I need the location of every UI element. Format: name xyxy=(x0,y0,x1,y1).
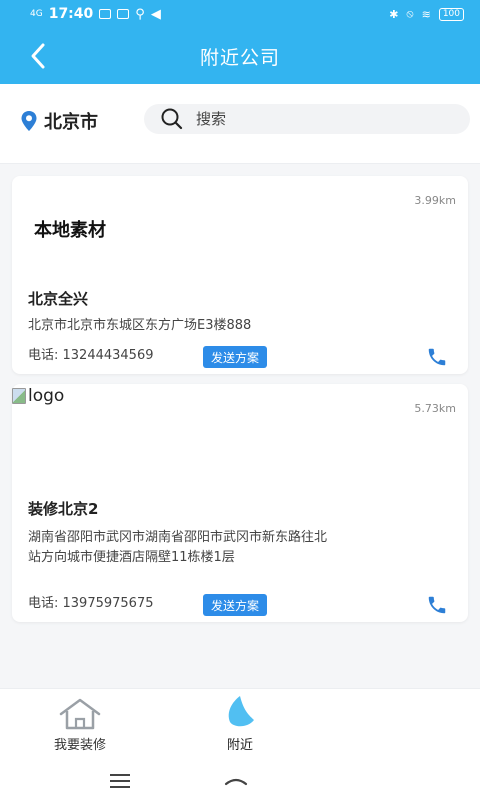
company-logo: 本地素材 xyxy=(34,220,106,241)
distance-label: 5.73km xyxy=(414,402,456,415)
search-input[interactable] xyxy=(196,110,426,128)
distance-label: 3.99km xyxy=(414,194,456,207)
notification-icon xyxy=(99,9,112,19)
home-icon xyxy=(59,698,101,730)
home-gesture-icon[interactable] xyxy=(222,774,250,788)
send-plan-button[interactable]: 发送方案 xyxy=(203,346,268,368)
status-right: ✱ ⦸ ≋ 100 xyxy=(389,7,464,21)
volume-icon: ◀ xyxy=(150,6,161,22)
company-logo-broken-image: logo xyxy=(12,386,64,406)
wifi-icon: ≋ xyxy=(421,7,431,21)
back-arrow-icon xyxy=(31,43,45,69)
nav-item-home[interactable]: 我要装修 xyxy=(20,689,140,761)
company-phone: 电话: 13244434569 xyxy=(28,348,154,363)
system-nav-bar xyxy=(0,760,480,800)
company-phone: 电话: 13975975675 xyxy=(28,596,154,611)
logo-alt-text: logo xyxy=(28,386,65,406)
company-card[interactable]: logo 5.73km 装修北京2 湖南省邵阳市武冈市湖南省邵阳市武冈市新东路往… xyxy=(12,384,468,622)
menu-icon[interactable] xyxy=(108,772,132,790)
company-card[interactable]: 3.99km 本地素材 北京全兴 北京市北京市东城区东方广场E3楼888 电话:… xyxy=(12,176,468,374)
mute-icon: ⦸ xyxy=(406,7,414,20)
location-pin-icon xyxy=(21,111,37,131)
broken-image-icon xyxy=(12,388,26,404)
search-box[interactable] xyxy=(144,104,470,134)
search-icon xyxy=(161,108,183,130)
header: 附近公司 xyxy=(0,28,480,84)
search-row: 北京市 xyxy=(0,84,480,164)
company-name: 北京全兴 xyxy=(28,290,89,308)
back-button[interactable] xyxy=(22,40,54,72)
status-bar: 4G 17:40 ⚲ ◀ ✱ ⦸ ≋ 100 xyxy=(0,0,480,28)
app-notification-icon xyxy=(117,9,130,19)
phone-icon[interactable] xyxy=(426,594,448,616)
bluetooth-icon: ✱ xyxy=(389,7,399,21)
page-title: 附近公司 xyxy=(199,46,280,69)
city-name: 北京市 xyxy=(44,112,98,133)
network-indicator: 4G xyxy=(30,9,43,19)
company-address: 北京市北京市东城区东方广场E3楼888 xyxy=(28,318,252,333)
status-time: 17:40 xyxy=(48,6,94,22)
usb-icon: ⚲ xyxy=(135,6,145,22)
phone-icon[interactable] xyxy=(426,346,448,368)
city-selector[interactable]: 北京市 xyxy=(20,106,98,136)
nav-fade-overlay xyxy=(250,689,480,761)
company-address: 湖南省邵阳市武冈市湖南省邵阳市武冈市新东路往北站方向城市便捷酒店隔壁11栋楼1层 xyxy=(28,530,328,565)
send-plan-button[interactable]: 发送方案 xyxy=(203,594,268,616)
company-name: 装修北京2 xyxy=(28,500,99,518)
bottom-nav: 我要装修 附近 xyxy=(0,688,480,761)
nav-label-home: 我要装修 xyxy=(53,738,106,753)
battery-icon: 100 xyxy=(438,7,464,21)
status-left: 4G 17:40 ⚲ ◀ xyxy=(30,6,161,22)
